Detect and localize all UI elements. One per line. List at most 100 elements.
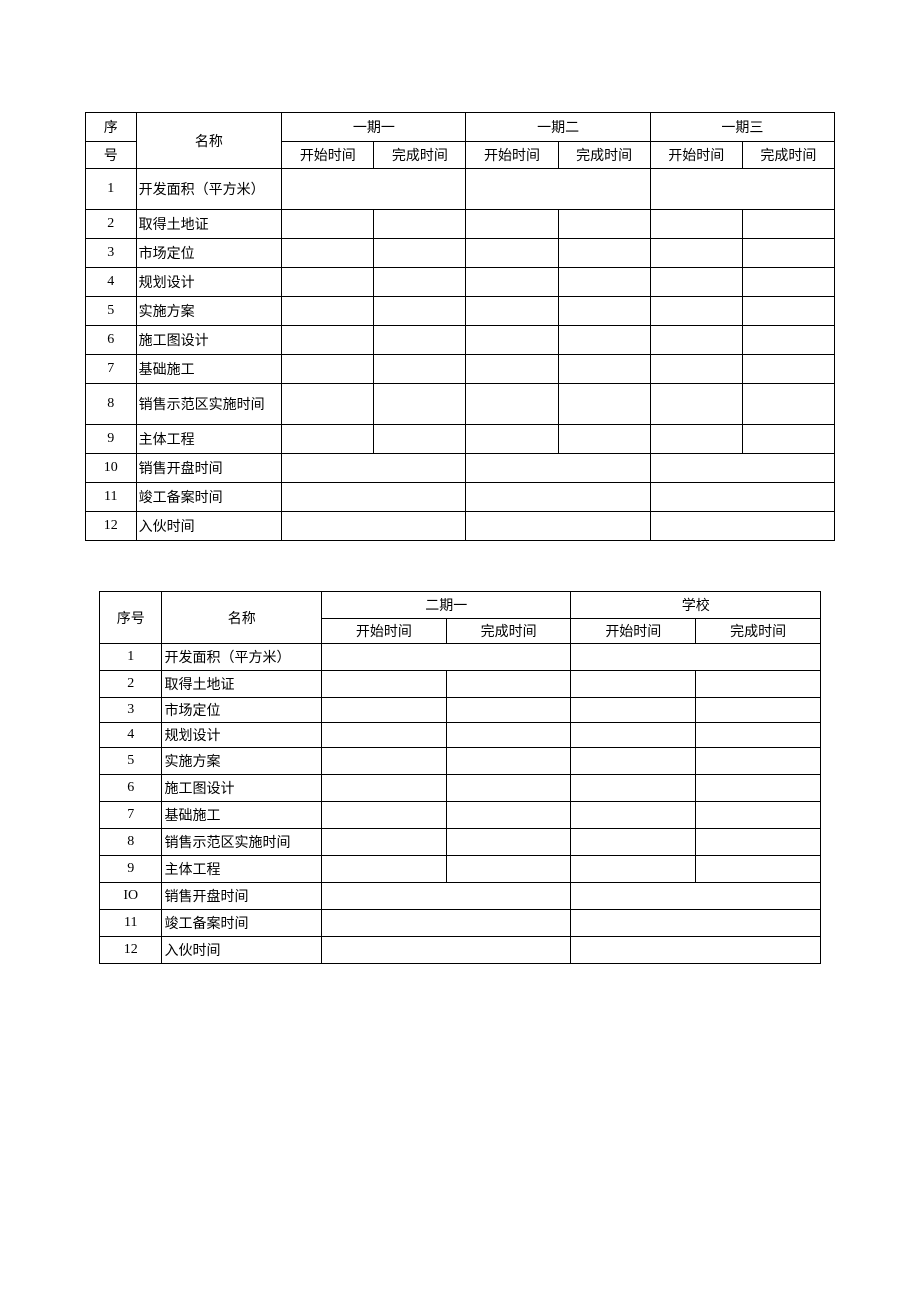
cell-empty — [466, 454, 650, 483]
row-seq: 7 — [100, 802, 162, 829]
row-seq: 5 — [86, 297, 137, 326]
cell-empty — [558, 239, 650, 268]
table-row: 7 基础施工 — [100, 802, 821, 829]
row-seq: 1 — [86, 169, 137, 210]
row-seq: 10 — [86, 454, 137, 483]
cell-empty — [446, 671, 571, 698]
cell-empty — [282, 512, 466, 541]
row-name: 取得土地证 — [136, 210, 282, 239]
cell-empty — [466, 384, 558, 425]
table-row: 3 市场定位 — [100, 698, 821, 723]
cell-empty — [446, 723, 571, 748]
p1-end: 完成时间 — [374, 142, 466, 169]
table-row: 2 取得土地证 — [86, 210, 835, 239]
cell-empty — [650, 355, 742, 384]
row-seq: 11 — [86, 483, 137, 512]
row-name: 开发面积（平方米） — [136, 169, 282, 210]
cell-empty — [696, 856, 821, 883]
cell-empty — [650, 169, 834, 210]
table-row: 12 入伙时间 — [86, 512, 835, 541]
phase-1-2: 一期二 — [466, 113, 650, 142]
p2-end: 完成时间 — [696, 619, 821, 644]
cell-empty — [374, 210, 466, 239]
cell-empty — [571, 644, 821, 671]
table-row: 10 销售开盘时间 — [86, 454, 835, 483]
cell-empty — [282, 425, 374, 454]
row-seq: 2 — [100, 671, 162, 698]
cell-empty — [446, 748, 571, 775]
row-name: 销售示范区实施时间 — [162, 829, 322, 856]
p3-start: 开始时间 — [650, 142, 742, 169]
row-seq: 3 — [100, 698, 162, 723]
p2-end: 完成时间 — [558, 142, 650, 169]
row-seq: 9 — [86, 425, 137, 454]
cell-empty — [321, 775, 446, 802]
row-name: 取得土地证 — [162, 671, 322, 698]
cell-empty — [466, 169, 650, 210]
cell-empty — [282, 384, 374, 425]
cell-empty — [374, 239, 466, 268]
cell-empty — [446, 856, 571, 883]
cell-empty — [558, 268, 650, 297]
cell-empty — [696, 723, 821, 748]
cell-empty — [374, 297, 466, 326]
cell-empty — [374, 384, 466, 425]
row-seq: 9 — [100, 856, 162, 883]
cell-empty — [446, 775, 571, 802]
col-seq-bot: 号 — [86, 142, 137, 169]
row-seq: 5 — [100, 748, 162, 775]
cell-empty — [696, 802, 821, 829]
row-seq: 6 — [100, 775, 162, 802]
p1-start: 开始时间 — [321, 619, 446, 644]
cell-empty — [742, 384, 834, 425]
row-name: 销售开盘时间 — [162, 883, 322, 910]
cell-empty — [282, 326, 374, 355]
cell-empty — [282, 239, 374, 268]
cell-empty — [558, 297, 650, 326]
cell-empty — [466, 355, 558, 384]
cell-empty — [571, 829, 696, 856]
row-seq: 4 — [100, 723, 162, 748]
table-row: 4 规划设计 — [86, 268, 835, 297]
row-seq: 8 — [100, 829, 162, 856]
cell-empty — [321, 671, 446, 698]
cell-empty — [282, 297, 374, 326]
row-seq: IO — [100, 883, 162, 910]
cell-empty — [321, 644, 570, 671]
cell-empty — [558, 210, 650, 239]
table-row: 5 实施方案 — [100, 748, 821, 775]
cell-empty — [571, 802, 696, 829]
row-seq: 7 — [86, 355, 137, 384]
cell-empty — [321, 883, 570, 910]
table-row: 4 规划设计 — [100, 723, 821, 748]
cell-empty — [571, 883, 821, 910]
row-name: 规划设计 — [162, 723, 322, 748]
table-row: 1 开发面积（平方米） — [86, 169, 835, 210]
row-name: 施工图设计 — [136, 326, 282, 355]
row-seq: 2 — [86, 210, 137, 239]
cell-empty — [650, 454, 834, 483]
row-name: 入伙时间 — [136, 512, 282, 541]
cell-empty — [650, 425, 742, 454]
cell-empty — [571, 723, 696, 748]
cell-empty — [374, 326, 466, 355]
cell-empty — [558, 425, 650, 454]
row-name: 销售示范区实施时间 — [136, 384, 282, 425]
row-name: 主体工程 — [162, 856, 322, 883]
p3-end: 完成时间 — [742, 142, 834, 169]
cell-empty — [742, 355, 834, 384]
cell-empty — [466, 425, 558, 454]
cell-empty — [650, 326, 742, 355]
cell-empty — [742, 297, 834, 326]
row-name: 竣工备案时间 — [162, 910, 322, 937]
row-name: 竣工备案时间 — [136, 483, 282, 512]
table-row: 11 竣工备案时间 — [86, 483, 835, 512]
p1-start: 开始时间 — [282, 142, 374, 169]
table-row: 8 销售示范区实施时间 — [86, 384, 835, 425]
cell-empty — [282, 210, 374, 239]
cell-empty — [696, 775, 821, 802]
table-row: 5 实施方案 — [86, 297, 835, 326]
cell-empty — [374, 425, 466, 454]
cell-empty — [650, 268, 742, 297]
col-name: 名称 — [162, 592, 322, 644]
